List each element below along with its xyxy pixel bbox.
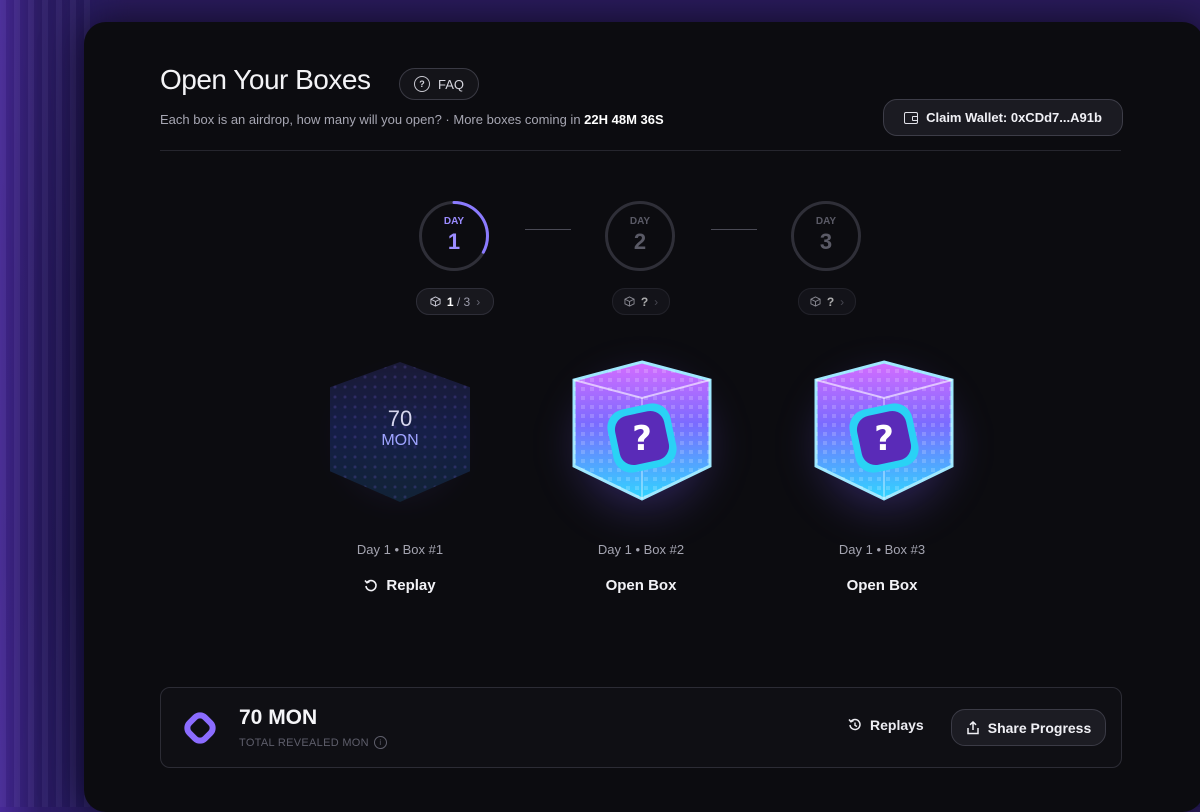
claim-wallet-button[interactable]: Claim Wallet: 0xCDd7...A91b — [883, 99, 1123, 136]
day-1-label: DAY — [443, 216, 465, 227]
total-revealed-label-row: TOTAL REVEALED MON i — [239, 736, 387, 749]
subtitle-text: Each box is an airdrop, how many will yo… — [160, 112, 585, 127]
svg-text:?: ? — [874, 419, 894, 459]
day-2-number: 2 — [633, 229, 647, 254]
box-1-opened[interactable]: 70 MON — [330, 362, 470, 502]
box-3-label: Day 1 • Box #3 — [838, 542, 926, 557]
replays-label: Replays — [870, 717, 924, 733]
day-1-box-count[interactable]: 1 / 3 › — [416, 288, 494, 315]
open-box-3-button[interactable]: Open Box — [782, 577, 982, 594]
day-1-number: 1 — [447, 229, 461, 254]
box-3-mystery-box[interactable]: ? — [812, 358, 957, 503]
day-2-opened-count: ? — [640, 294, 649, 309]
page-title: Open Your Boxes — [160, 64, 371, 95]
day-3-opened-count: ? — [826, 294, 835, 309]
share-icon — [967, 720, 979, 734]
wallet-icon — [904, 111, 919, 124]
day-connector — [711, 229, 757, 230]
claim-wallet-label: Claim Wallet: 0xCDd7...A91b — [926, 110, 1102, 125]
info-icon[interactable]: i — [373, 736, 387, 749]
day-2-box-count[interactable]: ? › — [612, 288, 670, 315]
day-connector — [525, 229, 571, 230]
replay-button[interactable]: Replay — [300, 577, 500, 594]
replays-button[interactable]: Replays — [848, 717, 924, 733]
box-1-reveal-unit: MON — [381, 432, 419, 449]
chevron-right-icon: › — [476, 294, 481, 309]
day-2-label: DAY — [629, 216, 651, 227]
cube-icon — [810, 296, 821, 307]
box-2-label: Day 1 • Box #2 — [597, 542, 685, 557]
replay-label: Replay — [386, 577, 436, 594]
cube-icon — [430, 296, 441, 307]
share-progress-label: Share Progress — [987, 719, 1092, 736]
countdown-timer: 22H 48M 36S — [584, 112, 664, 127]
question-icon: ? — [413, 76, 430, 92]
mon-logo-icon — [184, 712, 216, 744]
faq-label: FAQ — [437, 76, 464, 92]
background-stripes — [0, 0, 90, 807]
open-box-2-button[interactable]: Open Box — [541, 577, 741, 594]
share-progress-button[interactable]: Share Progress — [951, 709, 1106, 746]
svg-text:?: ? — [632, 419, 652, 459]
day-2-indicator[interactable]: DAY 2 — [605, 201, 675, 271]
open-box-2-label: Open Box — [605, 577, 677, 594]
day-1-indicator[interactable]: DAY 1 — [419, 201, 489, 271]
day-3-label: DAY — [815, 216, 837, 227]
replay-icon — [364, 579, 378, 591]
total-revealed-value: 70 MON — [239, 706, 318, 729]
total-revealed-label: TOTAL REVEALED MON — [239, 736, 369, 749]
open-box-3-label: Open Box — [846, 577, 918, 594]
day-3-box-count[interactable]: ? › — [798, 288, 856, 315]
box-1-label: Day 1 • Box #1 — [356, 542, 444, 557]
day-1-opened-count: 1 — [446, 294, 454, 309]
chevron-right-icon: › — [840, 294, 845, 309]
day-1-total-count: / 3 — [456, 294, 471, 309]
box-2-mystery-box[interactable]: ? — [570, 358, 715, 503]
day-3-number: 3 — [819, 229, 833, 254]
history-icon — [848, 718, 861, 731]
box-1-reveal-value: 70 — [387, 406, 413, 431]
day-3-indicator[interactable]: DAY 3 — [791, 201, 861, 271]
page-subtitle: Each box is an airdrop, how many will yo… — [160, 112, 664, 127]
cube-icon — [624, 296, 635, 307]
chevron-right-icon: › — [654, 294, 659, 309]
header-divider — [160, 150, 1121, 151]
faq-button[interactable]: ? FAQ — [399, 68, 479, 100]
